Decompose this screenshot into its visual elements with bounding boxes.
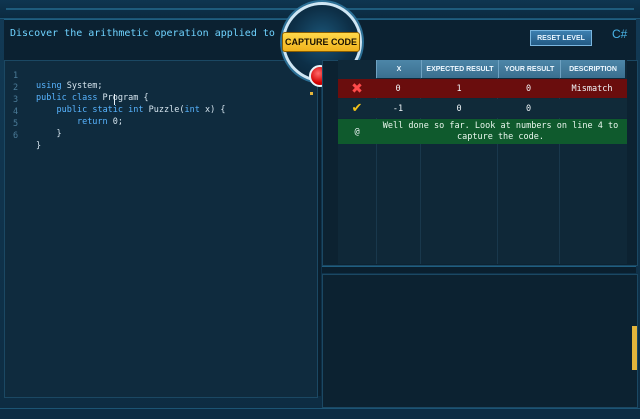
table-row: ✔ -1 0 0 xyxy=(338,99,627,118)
code-text: return 0; xyxy=(76,117,124,127)
editor-scrollbar[interactable] xyxy=(318,60,321,396)
code-line[interactable]: 4 return 0; xyxy=(5,97,123,127)
output-panel xyxy=(322,274,638,408)
hint-symbol: @ xyxy=(354,126,360,137)
text-cursor xyxy=(114,94,115,105)
code-editor[interactable]: 1 using System; 2 public class Program {… xyxy=(4,60,318,398)
level-instruction: Discover the arithmetic operation applie… xyxy=(10,28,306,39)
cell-your-result: 0 xyxy=(525,103,532,114)
hint-row: @ Well done so far. Look at numbers on l… xyxy=(338,119,627,144)
cell-x: -1 xyxy=(392,103,404,114)
column-header-x: X xyxy=(376,60,421,78)
cell-expected: 1 xyxy=(456,83,462,94)
check-mark-icon: ✔ xyxy=(351,101,363,116)
code-text: using System; xyxy=(36,81,103,91)
code-line[interactable]: 5 } xyxy=(5,109,62,139)
code-line[interactable]: 2 public class Program { xyxy=(5,73,149,103)
cell-x: 0 xyxy=(395,83,401,94)
code-text: public static int Puzzle(int x) { xyxy=(56,105,226,115)
code-line[interactable]: 6 } xyxy=(5,121,41,151)
capture-code-button[interactable]: CAPTURE CODE xyxy=(282,32,360,52)
panel-divider xyxy=(322,266,636,273)
code-text: } xyxy=(36,129,62,139)
bottom-decoration xyxy=(0,408,640,419)
editor-scroll-marker xyxy=(310,92,313,95)
cell-description xyxy=(560,99,624,118)
column-header-description: DESCRIPTION xyxy=(560,60,625,78)
code-line[interactable]: 1 using System; xyxy=(5,61,103,91)
hint-text: Well done so far. Look at numbers on lin… xyxy=(382,121,619,142)
language-label: C# xyxy=(612,27,628,41)
cell-your-result: 0 xyxy=(525,83,532,94)
error-cross-icon: ✖ xyxy=(351,80,363,97)
reset-level-button[interactable]: RESET LEVEL xyxy=(530,30,592,46)
side-tab-handle[interactable] xyxy=(632,326,637,370)
table-row: ✖ 0 1 0 Mismatch xyxy=(338,79,627,98)
code-text: } xyxy=(36,141,42,151)
line-number: 6 xyxy=(13,131,19,141)
column-header-expected: EXPECTED RESULT xyxy=(421,60,498,78)
cell-expected: 0 xyxy=(456,103,462,114)
code-line[interactable]: 3 public static int Puzzle(int x) { xyxy=(5,85,225,115)
column-header-your-result: YOUR RESULT xyxy=(498,60,560,78)
code-text: public class Program { xyxy=(36,93,149,103)
cell-description: Mismatch xyxy=(571,83,613,94)
